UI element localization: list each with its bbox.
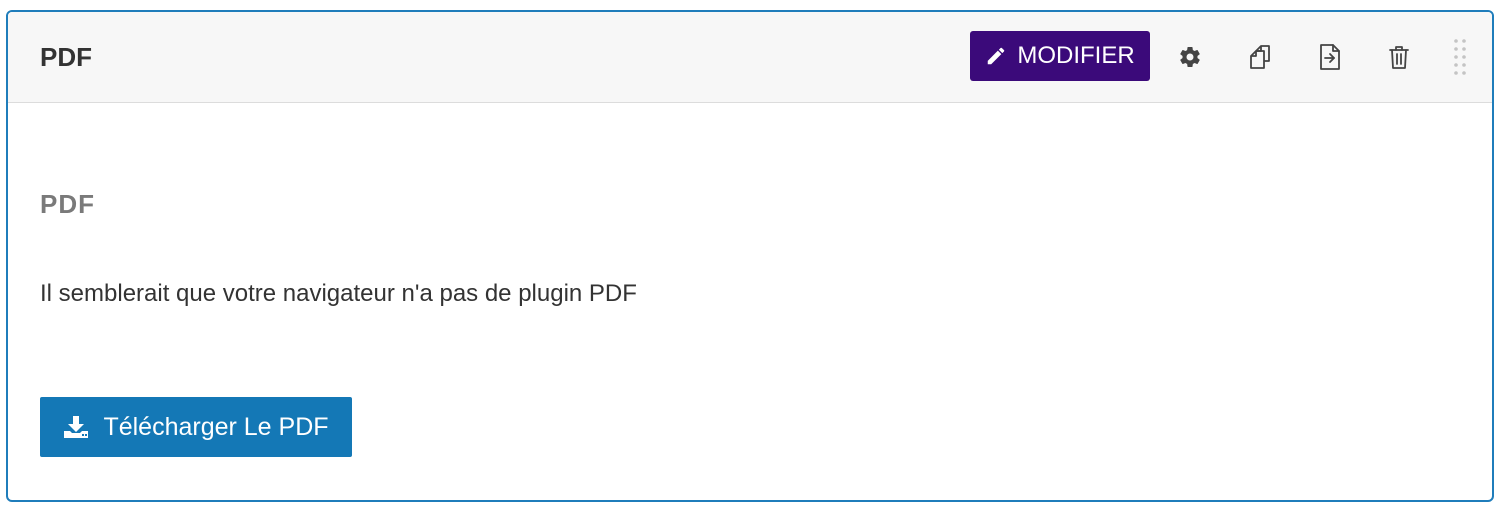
block-title: PDF xyxy=(40,42,92,72)
gear-icon[interactable] xyxy=(1176,43,1204,71)
pencil-icon xyxy=(985,45,1007,67)
block-content: PDF Il semblerait que votre navigateur n… xyxy=(40,103,1460,500)
drag-handle-icon[interactable] xyxy=(1452,38,1468,76)
export-icon[interactable] xyxy=(1316,43,1344,71)
no-plugin-message: Il semblerait que votre navigateur n'a p… xyxy=(40,280,637,307)
copy-icon[interactable] xyxy=(1246,43,1274,71)
block-header: PDF MODIFIER xyxy=(8,12,1492,103)
edit-button[interactable]: MODIFIER xyxy=(970,31,1150,81)
download-icon xyxy=(63,415,89,439)
content-heading: PDF xyxy=(40,189,95,219)
download-button-label: Télécharger Le PDF xyxy=(103,412,329,441)
trash-icon[interactable] xyxy=(1385,43,1413,71)
edit-button-label: MODIFIER xyxy=(1017,42,1135,69)
download-pdf-button[interactable]: Télécharger Le PDF xyxy=(40,397,352,457)
pdf-block: PDF MODIFIER PDF Il semblerait que votre… xyxy=(6,10,1494,502)
